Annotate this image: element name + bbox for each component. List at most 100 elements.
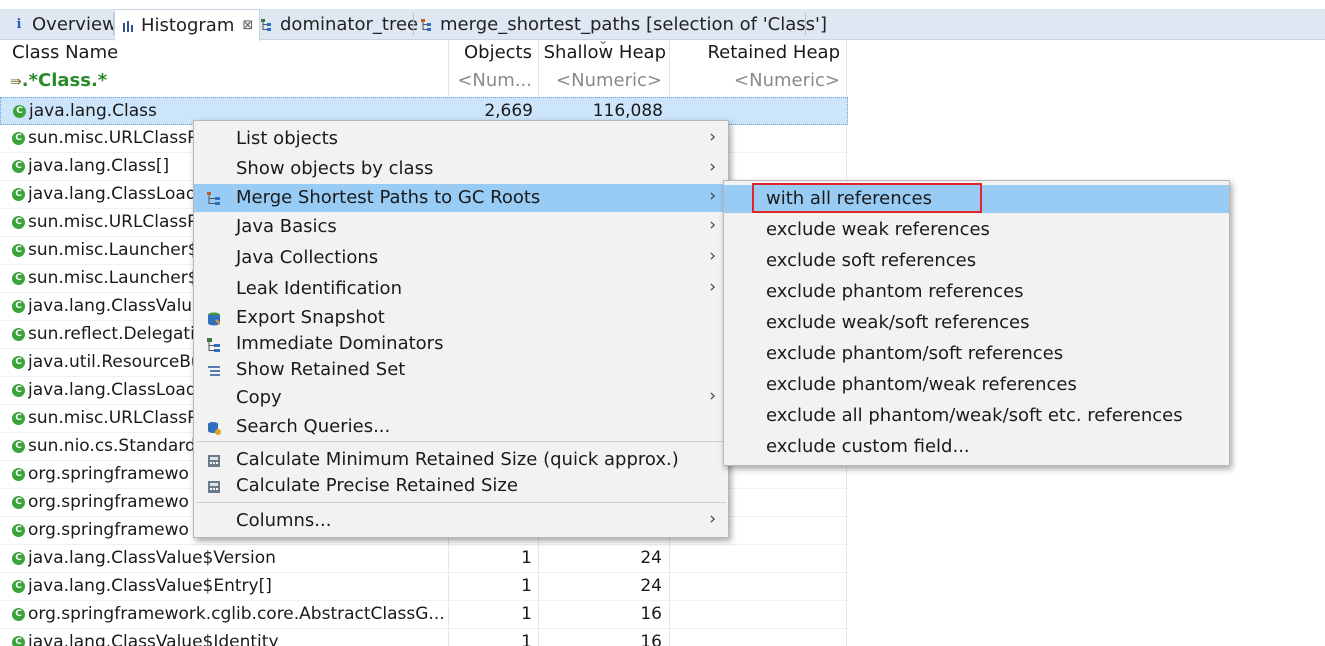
menu-separator <box>196 502 726 503</box>
table-row[interactable]: Cjava.lang.ClassValue$Entry[] 1 24 <box>0 573 848 601</box>
menu-item-label: Calculate Minimum Retained Size (quick a… <box>236 449 679 470</box>
tree-icon <box>420 18 434 32</box>
shallow-heap-cell: 24 <box>640 576 662 596</box>
submenu-item-label: exclude phantom/weak references <box>766 374 1077 395</box>
shallow-heap-cell: 116,088 <box>592 101 663 121</box>
menu-item-show-objects-by-class[interactable]: Show objects by class › <box>194 155 728 183</box>
menu-item-java-basics[interactable]: Java Basics › <box>194 213 728 241</box>
submenu-item-label: exclude weak/soft references <box>766 312 1030 333</box>
calculator-icon <box>206 479 222 495</box>
menu-item-show-retained-set[interactable]: Show Retained Set <box>194 356 728 384</box>
menu-item-export-snapshot[interactable]: Export Snapshot <box>194 304 728 332</box>
class-icon: C <box>12 440 25 453</box>
chevron-right-icon: › <box>709 386 716 406</box>
chevron-right-icon: › <box>709 157 716 177</box>
column-header-objects[interactable]: Objects <box>450 42 532 68</box>
tab-histogram[interactable]: Histogram ⊠ <box>114 9 261 41</box>
table-row[interactable]: Cjava.lang.ClassValue$Identity 1 16 <box>0 629 848 646</box>
tab-merge-shortest-paths[interactable]: merge_shortest_paths [selection of 'Clas… <box>414 9 833 40</box>
menu-item-label: Export Snapshot <box>236 307 385 328</box>
context-menu: List objects › Show objects by class › Merge… <box>193 120 729 538</box>
submenu-item-label: exclude all phantom/weak/soft etc. refer… <box>766 405 1183 426</box>
tab-dominator-tree-label: dominator_tree <box>280 14 419 35</box>
tab-dominator-tree[interactable]: dominator_tree <box>254 9 424 40</box>
objects-cell: 1 <box>521 548 532 568</box>
class-name-cell: java.lang.ClassValue$Version <box>28 548 276 568</box>
submenu-item-exclude-soft-references[interactable]: exclude soft references <box>724 247 1229 275</box>
submenu-item-exclude-phantom-soft-references[interactable]: exclude phantom/soft references <box>724 340 1229 368</box>
objects-cell: 1 <box>521 604 532 624</box>
menu-item-immediate-dominators[interactable]: Immediate Dominators <box>194 330 728 358</box>
export-snapshot-icon <box>206 311 222 327</box>
class-icon: C <box>12 608 25 621</box>
chevron-right-icon: › <box>709 277 716 297</box>
menu-separator <box>196 441 726 442</box>
menu-item-calculate-minimum-retained-size-quick-approx[interactable]: Calculate Minimum Retained Size (quick a… <box>194 446 728 474</box>
sort-descending-icon: ⌄ <box>598 33 609 47</box>
chevron-right-icon: › <box>709 215 716 235</box>
submenu-item-exclude-weak-references[interactable]: exclude weak references <box>724 216 1229 244</box>
filter-objects[interactable]: <Num... <box>450 70 532 96</box>
menu-item-copy[interactable]: Copy › <box>194 384 728 412</box>
submenu-item-label: exclude soft references <box>766 250 977 271</box>
filter-retained-heap[interactable]: <Numeric> <box>672 70 840 96</box>
submenu-item-label: exclude phantom references <box>766 281 1024 302</box>
class-icon: C <box>12 244 25 257</box>
submenu-item-exclude-phantom-references[interactable]: exclude phantom references <box>724 278 1229 306</box>
menu-item-label: Leak Identification <box>236 278 402 299</box>
class-icon: C <box>12 580 25 593</box>
tab-overview[interactable]: i Overview <box>6 9 123 40</box>
filter-shallow-heap[interactable]: <Numeric> <box>540 70 662 96</box>
search-queries-icon <box>206 420 222 436</box>
menu-item-merge-shortest-paths-to-gc-roots[interactable]: Merge Shortest Paths to GC Roots › <box>194 184 728 212</box>
menu-item-leak-identification[interactable]: Leak Identification › <box>194 275 728 303</box>
objects-cell: 1 <box>521 632 532 646</box>
column-header-shallow-heap[interactable]: Shallow Heap ⌄ <box>540 33 666 68</box>
class-icon: C <box>12 300 25 313</box>
menu-item-search-queries[interactable]: Search Queries... <box>194 413 728 441</box>
menu-item-label: Show objects by class <box>236 158 434 179</box>
shallow-heap-cell: 24 <box>640 548 662 568</box>
class-icon: C <box>12 188 25 201</box>
retained-set-icon <box>206 363 222 379</box>
editor-tab-bar: i Overview Histogram ⊠ dominator_tree me… <box>0 0 1325 41</box>
menu-item-calculate-precise-retained-size[interactable]: Calculate Precise Retained Size <box>194 472 728 500</box>
menu-item-label: Java Collections <box>236 247 379 268</box>
table-row[interactable]: Corg.springframework.cglib.core.Abstract… <box>0 601 848 629</box>
table-row[interactable]: Cjava.lang.ClassValue$Version 1 24 <box>0 545 848 573</box>
submenu-item-exclude-custom-field[interactable]: exclude custom field... <box>724 433 1229 461</box>
menu-item-label: Search Queries... <box>236 416 391 437</box>
submenu-item-exclude-weak-soft-references[interactable]: exclude weak/soft references <box>724 309 1229 337</box>
submenu-item-exclude-all-phantom-weak-soft-etc-references[interactable]: exclude all phantom/weak/soft etc. refer… <box>724 402 1229 430</box>
class-icon: C <box>12 524 25 537</box>
menu-item-java-collections[interactable]: Java Collections › <box>194 244 728 272</box>
calculator-icon <box>206 453 222 469</box>
column-header-class-name[interactable]: Class Name <box>12 42 118 68</box>
menu-item-label: Calculate Precise Retained Size <box>236 475 518 496</box>
submenu-item-with-all-references[interactable]: with all references <box>724 183 1229 213</box>
filter-class-name-value: .*Class.* <box>21 70 108 91</box>
class-icon: C <box>12 356 25 369</box>
submenu-item-label: exclude phantom/soft references <box>766 343 1064 364</box>
annotation-highlight-box <box>752 183 982 213</box>
menu-item-columns[interactable]: Columns... › <box>194 507 728 535</box>
class-icon: C <box>12 552 25 565</box>
submenu-item-label: exclude custom field... <box>766 436 970 457</box>
chevron-right-icon: › <box>709 246 716 266</box>
menu-item-list-objects[interactable]: List objects › <box>194 125 728 153</box>
class-icon: C <box>12 496 25 509</box>
info-icon: i <box>16 17 22 32</box>
class-icon: C <box>12 160 25 173</box>
class-icon: C <box>12 328 25 341</box>
class-name-cell: java.lang.Class <box>29 101 157 121</box>
close-icon[interactable]: ⊠ <box>242 18 253 33</box>
column-header-retained-heap[interactable]: Retained Heap <box>672 42 840 68</box>
objects-cell: 1 <box>521 576 532 596</box>
dominators-icon <box>206 337 222 353</box>
submenu-item-exclude-phantom-weak-references[interactable]: exclude phantom/weak references <box>724 371 1229 399</box>
submenu-item-label: exclude weak references <box>766 219 990 240</box>
filter-class-name[interactable]: ⇛.*Class.* <box>10 70 107 96</box>
paths-icon <box>206 191 222 207</box>
objects-cell: 2,669 <box>484 101 533 121</box>
menu-item-label: Java Basics <box>236 216 337 237</box>
